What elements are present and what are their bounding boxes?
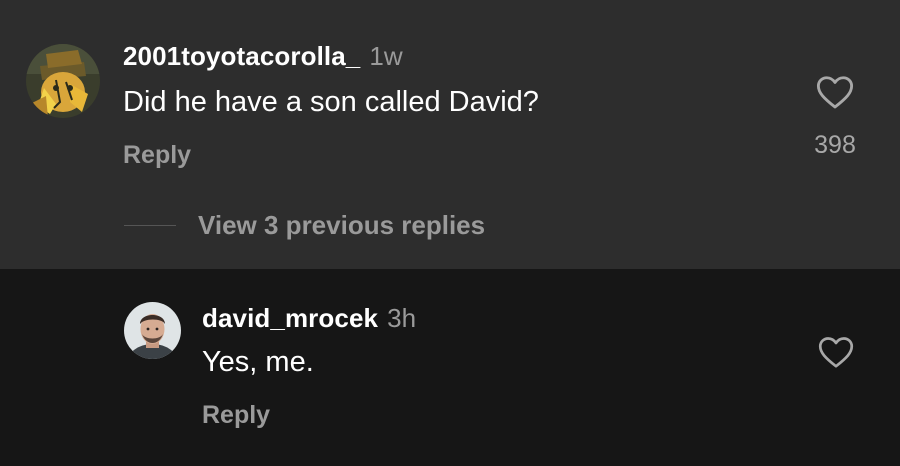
parent-comment-block: 2001toyotacorolla_ 1w Did he have a son c…	[0, 0, 900, 269]
view-replies-label: View 3 previous replies	[198, 210, 486, 240]
user-avatar[interactable]	[26, 44, 100, 118]
reply-time: 3h	[387, 303, 417, 333]
reply-button[interactable]: Reply	[202, 401, 270, 430]
username-text[interactable]: 2001toyotacorolla_	[123, 41, 360, 71]
like-button[interactable]	[818, 335, 854, 374]
view-previous-replies-button[interactable]: View 3 previous replies	[124, 210, 485, 241]
comment-username[interactable]: 2001toyotacorolla_ 1w	[123, 41, 403, 72]
heart-outline-icon	[818, 337, 854, 368]
reply-comment-block: david_mrocek 3h Yes, me. Reply	[0, 269, 900, 466]
like-count: 398	[814, 131, 856, 159]
cartoon-avatar-icon	[26, 44, 100, 118]
comment-time: 1w	[369, 41, 403, 71]
user-avatar[interactable]	[124, 302, 181, 359]
username-text[interactable]: david_mrocek	[202, 303, 378, 333]
reply-text: Yes, me.	[202, 346, 314, 378]
comment-text: Did he have a son called David?	[123, 86, 539, 118]
reply-button[interactable]: Reply	[123, 141, 191, 170]
divider-line	[124, 225, 176, 226]
photo-avatar-icon	[124, 302, 181, 359]
like-button[interactable]	[816, 74, 854, 115]
heart-outline-icon	[816, 76, 854, 109]
reply-username[interactable]: david_mrocek 3h	[202, 303, 416, 334]
